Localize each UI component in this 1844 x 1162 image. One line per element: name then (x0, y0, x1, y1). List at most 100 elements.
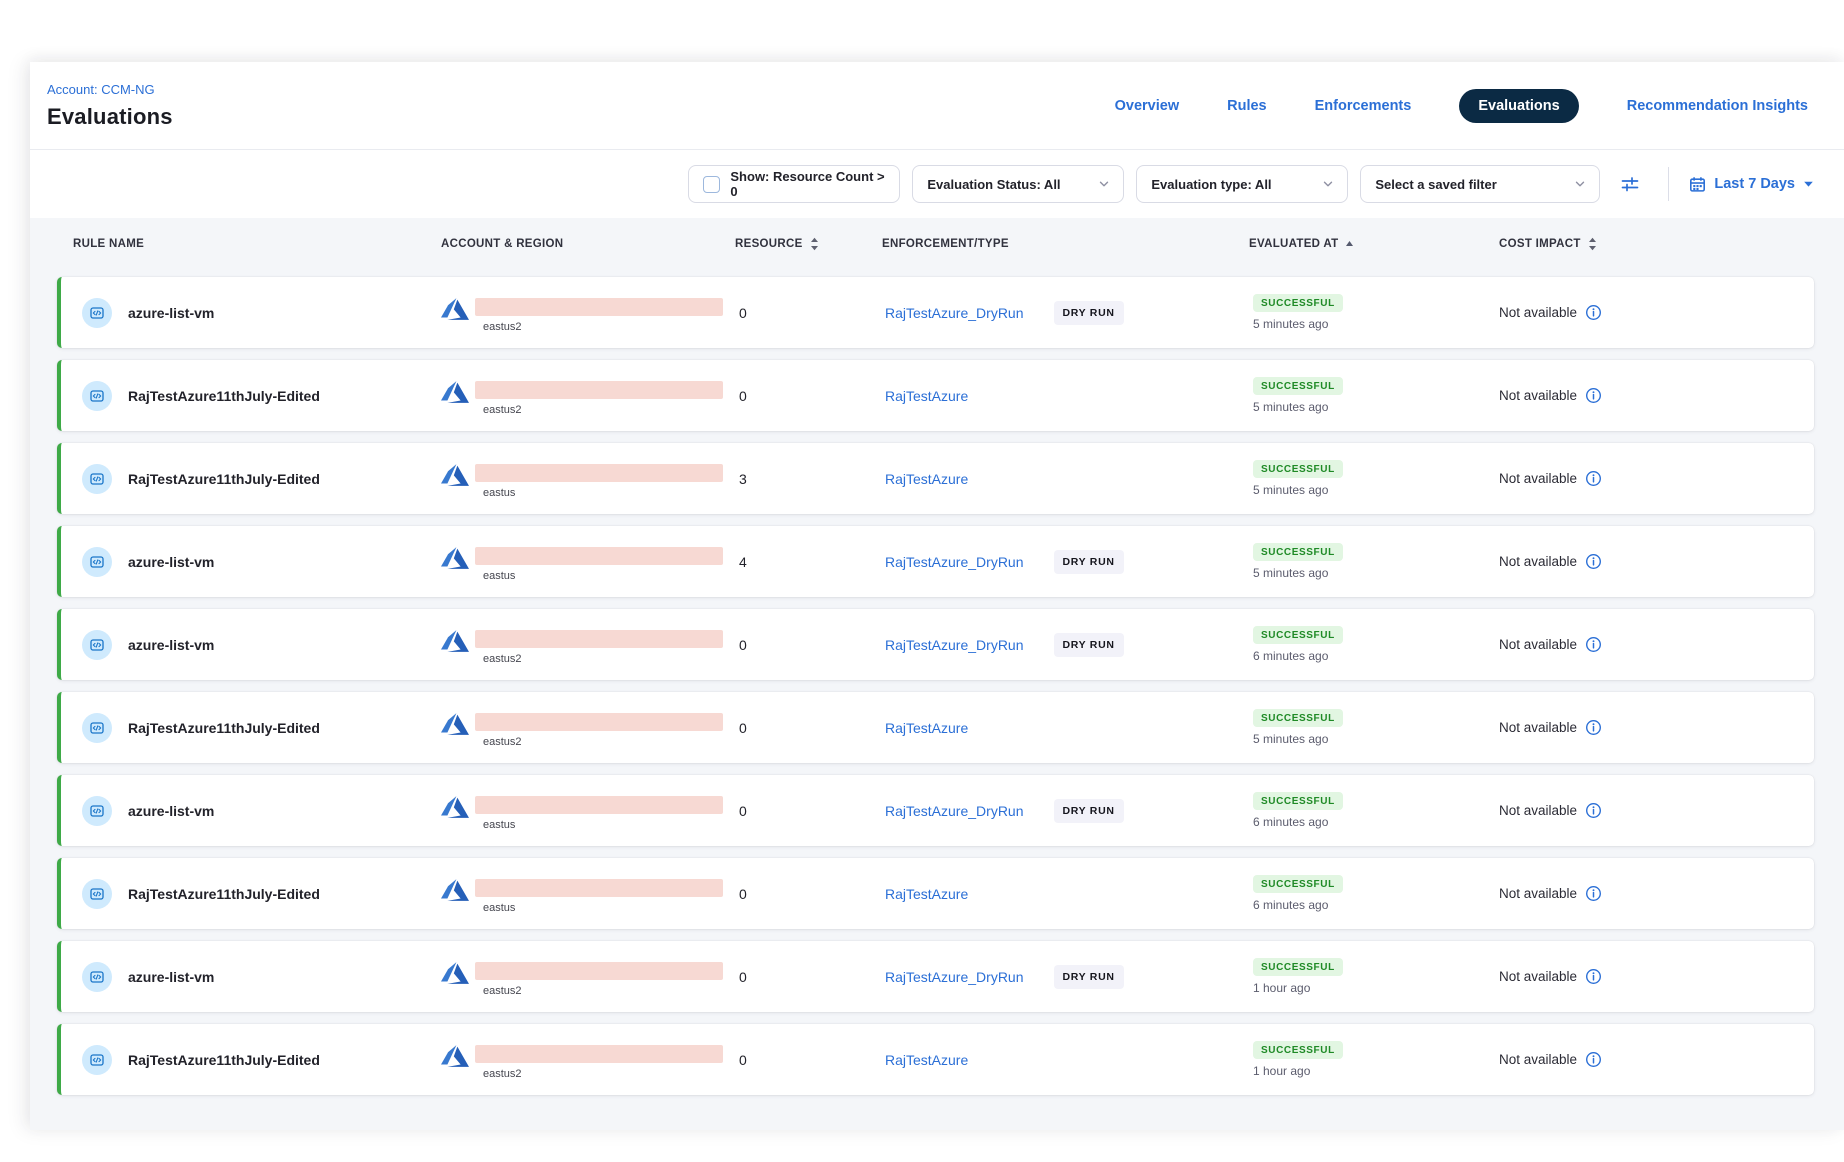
region-label: eastus (483, 819, 723, 831)
evaluation-row[interactable]: RajTestAzure11thJuly-Edited eastus2 0 Ra… (57, 1024, 1814, 1095)
evaluated-time: 5 minutes ago (1253, 732, 1328, 746)
evaluation-row[interactable]: azure-list-vm eastus2 0 RajTestAzure_Dry… (57, 277, 1814, 348)
status-badge: SUCCESSFUL (1253, 377, 1343, 395)
azure-icon (441, 627, 469, 655)
sliders-icon (1620, 174, 1640, 194)
enforcement-link[interactable]: RajTestAzure_DryRun (885, 969, 1024, 985)
resource-count: 0 (735, 609, 882, 680)
rule-icon (82, 1045, 112, 1075)
region-label: eastus2 (483, 1068, 723, 1080)
saved-filter-select[interactable]: Select a saved filter (1360, 165, 1600, 203)
filter-bar: Show: Resource Count > 0 Evaluation Stat… (30, 150, 1844, 218)
resource-count: 0 (735, 1024, 882, 1095)
rule-icon (82, 464, 112, 494)
sort-ascending-icon (1345, 237, 1354, 251)
dry-run-badge: DRY RUN (1054, 550, 1124, 574)
azure-icon (441, 544, 469, 572)
cost-impact-label: Not available (1499, 1052, 1577, 1067)
evaluated-time: 1 hour ago (1253, 1064, 1310, 1078)
rule-name: azure-list-vm (128, 969, 214, 985)
evaluation-row[interactable]: RajTestAzure11thJuly-Edited eastus 0 Raj… (57, 858, 1814, 929)
evaluation-row[interactable]: RajTestAzure11thJuly-Edited eastus2 0 Ra… (57, 692, 1814, 763)
azure-icon (441, 378, 469, 406)
evaluation-row[interactable]: azure-list-vm eastus2 0 RajTestAzure_Dry… (57, 609, 1814, 680)
evaluation-row[interactable]: RajTestAzure11thJuly-Edited eastus 3 Raj… (57, 443, 1814, 514)
status-badge: SUCCESSFUL (1253, 875, 1343, 893)
evaluation-type-select[interactable]: Evaluation type: All (1136, 165, 1348, 203)
region-label: eastus (483, 902, 723, 914)
info-icon[interactable] (1585, 968, 1602, 985)
evaluation-row[interactable]: azure-list-vm eastus2 0 RajTestAzure_Dry… (57, 941, 1814, 1012)
cost-impact-label: Not available (1499, 471, 1577, 486)
info-icon[interactable] (1585, 470, 1602, 487)
info-icon[interactable] (1585, 1051, 1602, 1068)
enforcement-link[interactable]: RajTestAzure (885, 1052, 968, 1068)
evaluated-time: 6 minutes ago (1253, 898, 1328, 912)
info-icon[interactable] (1585, 802, 1602, 819)
enforcement-link[interactable]: RajTestAzure_DryRun (885, 637, 1024, 653)
enforcement-link[interactable]: RajTestAzure (885, 886, 968, 902)
evaluation-row[interactable]: RajTestAzure11thJuly-Edited eastus2 0 Ra… (57, 360, 1814, 431)
column-header-cost-impact[interactable]: COST IMPACT (1499, 237, 1814, 251)
evaluations-table-body: azure-list-vm eastus2 0 RajTestAzure_Dry… (57, 277, 1814, 1095)
date-range-picker[interactable]: Last 7 Days (1689, 176, 1814, 193)
evaluated-time: 5 minutes ago (1253, 566, 1328, 580)
enforcement-link[interactable]: RajTestAzure_DryRun (885, 803, 1024, 819)
rule-icon (82, 962, 112, 992)
rule-name: azure-list-vm (128, 305, 214, 321)
region-label: eastus2 (483, 736, 723, 748)
status-badge: SUCCESSFUL (1253, 294, 1343, 312)
rule-name: RajTestAzure11thJuly-Edited (128, 886, 320, 902)
dry-run-badge: DRY RUN (1054, 799, 1124, 823)
info-icon[interactable] (1585, 885, 1602, 902)
evaluated-time: 5 minutes ago (1253, 317, 1328, 331)
rule-name: azure-list-vm (128, 554, 214, 570)
resource-count-filter[interactable]: Show: Resource Count > 0 (688, 165, 900, 203)
evaluation-status-select[interactable]: Evaluation Status: All (912, 165, 1124, 203)
title-block: Account: CCM-NG Evaluations (47, 81, 173, 130)
column-header-evaluated-at[interactable]: EVALUATED AT (1249, 237, 1499, 251)
redacted-account-name (475, 1045, 723, 1063)
filter-settings-button[interactable] (1612, 166, 1648, 202)
column-header-resource[interactable]: RESOURCE (735, 237, 882, 251)
info-icon[interactable] (1585, 304, 1602, 321)
resource-count-checkbox[interactable] (703, 176, 720, 193)
region-label: eastus2 (483, 653, 723, 665)
enforcement-link[interactable]: RajTestAzure (885, 720, 968, 736)
enforcement-link[interactable]: RajTestAzure_DryRun (885, 305, 1024, 321)
resource-count-filter-label: Show: Resource Count > 0 (730, 169, 885, 199)
tab-rules[interactable]: Rules (1227, 98, 1267, 114)
tab-enforcements[interactable]: Enforcements (1315, 98, 1412, 114)
tab-overview[interactable]: Overview (1115, 98, 1180, 114)
cost-impact-label: Not available (1499, 886, 1577, 901)
rule-icon (82, 879, 112, 909)
resource-count: 0 (735, 941, 882, 1012)
evaluation-row[interactable]: azure-list-vm eastus 4 RajTestAzure_DryR… (57, 526, 1814, 597)
calendar-icon (1689, 176, 1706, 193)
column-header-account-region: ACCOUNT & REGION (441, 238, 735, 250)
evaluated-time: 5 minutes ago (1253, 483, 1328, 497)
redacted-account-name (475, 713, 723, 731)
info-icon[interactable] (1585, 553, 1602, 570)
enforcement-link[interactable]: RajTestAzure_DryRun (885, 554, 1024, 570)
enforcement-link[interactable]: RajTestAzure (885, 388, 968, 404)
rule-icon (82, 630, 112, 660)
evaluated-time: 5 minutes ago (1253, 400, 1328, 414)
enforcement-link[interactable]: RajTestAzure (885, 471, 968, 487)
evaluation-row[interactable]: azure-list-vm eastus 0 RajTestAzure_DryR… (57, 775, 1814, 846)
chevron-down-icon (1097, 177, 1111, 191)
redacted-account-name (475, 962, 723, 980)
info-icon[interactable] (1585, 636, 1602, 653)
breadcrumb[interactable]: Account: CCM-NG (47, 82, 155, 97)
info-icon[interactable] (1585, 719, 1602, 736)
tab-evaluations[interactable]: Evaluations (1459, 89, 1578, 123)
cost-impact-label: Not available (1499, 637, 1577, 652)
column-header-rule-name: RULE NAME (57, 238, 441, 250)
tab-recommendation-insights[interactable]: Recommendation Insights (1627, 98, 1808, 114)
sort-icon (810, 237, 819, 251)
resource-count: 3 (735, 443, 882, 514)
evaluated-time: 6 minutes ago (1253, 815, 1328, 829)
status-badge: SUCCESSFUL (1253, 792, 1343, 810)
dry-run-badge: DRY RUN (1054, 965, 1124, 989)
info-icon[interactable] (1585, 387, 1602, 404)
